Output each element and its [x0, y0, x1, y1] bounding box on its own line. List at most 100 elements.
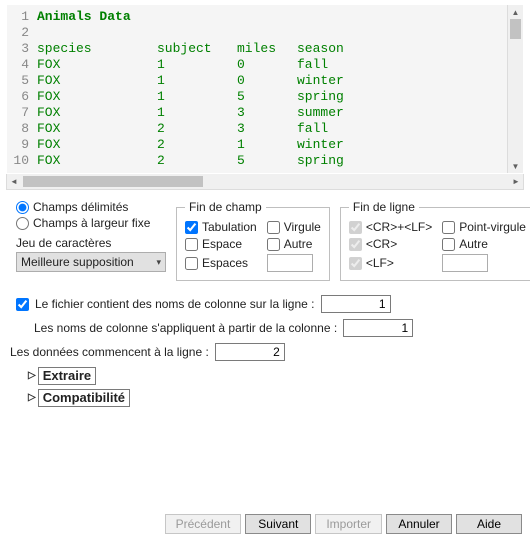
preview-cell: FOX — [37, 121, 157, 137]
charset-select[interactable]: Meilleure supposition ▾ — [16, 252, 166, 272]
preview-cell: FOX — [37, 105, 157, 121]
line-number: 4 — [7, 57, 37, 73]
line-number: 7 — [7, 105, 37, 121]
preview-row: 4FOX10fall — [7, 57, 523, 73]
other-field-input[interactable] — [267, 254, 313, 272]
preview-cell: winter — [297, 137, 377, 153]
scroll-thumb[interactable] — [510, 19, 521, 39]
line-number: 6 — [7, 89, 37, 105]
vertical-scrollbar[interactable]: ▲ ▼ — [507, 5, 523, 173]
other-line-input[interactable] — [442, 254, 488, 272]
checkbox-has-colnames[interactable] — [16, 298, 29, 311]
preview-cell: summer — [297, 105, 377, 121]
has-colnames-label: Le fichier contient des noms de colonne … — [35, 297, 315, 311]
triangle-right-icon: ▷ — [28, 393, 36, 403]
end-of-line-legend: Fin de ligne — [349, 200, 419, 214]
data-start-input[interactable] — [215, 343, 285, 361]
disclosure-compat[interactable]: ▷ Compatibilité — [28, 389, 520, 407]
next-button[interactable]: Suivant — [245, 514, 311, 534]
line-number: 1 — [7, 9, 37, 25]
preview-cell: 1 — [157, 57, 237, 73]
preview-cell: 2 — [157, 153, 237, 169]
preview-cell: subject — [157, 41, 237, 57]
preview-cell: species — [37, 41, 157, 57]
preview-cell: season — [297, 41, 377, 57]
preview-cell: fall — [297, 121, 377, 137]
radio-delimited[interactable]: Champs délimités — [16, 200, 166, 214]
preview-cell: spring — [297, 153, 377, 169]
preview-cell: FOX — [37, 89, 157, 105]
preview-cell — [157, 25, 237, 41]
preview-cell: 0 — [237, 73, 297, 89]
preview-cell: FOX — [37, 57, 157, 73]
chevron-down-icon: ▾ — [156, 257, 161, 268]
charset-value: Meilleure supposition — [21, 255, 134, 269]
preview-row: 9FOX21winter — [7, 137, 523, 153]
data-start-label: Les données commencent à la ligne : — [10, 345, 209, 359]
preview-cell: spring — [297, 89, 377, 105]
radio-fixed-width[interactable]: Champs à largeur fixe — [16, 216, 166, 230]
line-number: 2 — [7, 25, 37, 41]
preview-cell: FOX — [37, 73, 157, 89]
preview-cell — [37, 25, 157, 41]
import-button[interactable]: Importer — [315, 514, 382, 534]
preview-cell: FOX — [37, 137, 157, 153]
scroll-thumb[interactable] — [23, 176, 203, 187]
scroll-up-icon[interactable]: ▲ — [508, 5, 523, 19]
end-of-line-group: Fin de ligne <CR>+<LF> Point-virgule <CR… — [340, 200, 530, 281]
checkbox-space[interactable]: Espace — [185, 237, 257, 251]
colnames-from-input[interactable] — [343, 319, 413, 337]
line-number: 5 — [7, 73, 37, 89]
preview-cell — [237, 9, 297, 25]
prev-button[interactable]: Précédent — [165, 514, 242, 534]
preview-cell — [297, 25, 377, 41]
checkbox-comma[interactable]: Virgule — [267, 220, 321, 234]
checkbox-other-line[interactable]: Autre — [442, 237, 526, 251]
scroll-right-icon[interactable]: ► — [509, 174, 523, 189]
preview-cell: Animals Data — [37, 9, 157, 25]
preview-cell: winter — [297, 73, 377, 89]
preview-cell: 2 — [157, 121, 237, 137]
preview-cell: 3 — [237, 121, 297, 137]
preview-row: 6FOX15spring — [7, 89, 523, 105]
scroll-down-icon[interactable]: ▼ — [508, 159, 523, 173]
line-number: 3 — [7, 41, 37, 57]
preview-cell: 1 — [237, 137, 297, 153]
data-preview: 1Animals Data23speciessubjectmilesseason… — [7, 5, 523, 173]
preview-row: 3speciessubjectmilesseason — [7, 41, 523, 57]
checkbox-lf[interactable]: <LF> — [349, 256, 432, 270]
preview-row: 2 — [7, 25, 523, 41]
checkbox-cr[interactable]: <CR> — [349, 237, 432, 251]
preview-row: 1Animals Data — [7, 9, 523, 25]
triangle-right-icon: ▷ — [28, 371, 36, 381]
checkbox-other-field[interactable]: Autre — [267, 237, 321, 251]
radio-fixed-width-label: Champs à largeur fixe — [33, 216, 150, 230]
colnames-from-label: Les noms de colonne s'appliquent à parti… — [34, 321, 337, 335]
checkbox-tab[interactable]: Tabulation — [185, 220, 257, 234]
checkbox-semicolon[interactable]: Point-virgule — [442, 220, 526, 234]
line-number: 9 — [7, 137, 37, 153]
scroll-left-icon[interactable]: ◄ — [7, 174, 21, 189]
preview-cell: 2 — [157, 137, 237, 153]
preview-cell: 1 — [157, 105, 237, 121]
cancel-button[interactable]: Annuler — [386, 514, 452, 534]
preview-cell: 0 — [237, 57, 297, 73]
preview-row: 5FOX10winter — [7, 73, 523, 89]
preview-row: 10FOX25spring — [7, 153, 523, 169]
radio-delimited-label: Champs délimités — [33, 200, 128, 214]
preview-cell: miles — [237, 41, 297, 57]
checkbox-spaces[interactable]: Espaces — [185, 256, 257, 270]
horizontal-scrollbar[interactable]: ◄ ► — [6, 174, 524, 190]
colnames-line-input[interactable] — [321, 295, 391, 313]
disclosure-extract[interactable]: ▷ Extraire — [28, 367, 520, 385]
preview-cell — [297, 9, 377, 25]
end-of-field-group: Fin de champ Tabulation Virgule Espace A… — [176, 200, 330, 281]
help-button[interactable]: Aide — [456, 514, 522, 534]
line-number: 8 — [7, 121, 37, 137]
preview-cell: 1 — [157, 89, 237, 105]
preview-cell: FOX — [37, 153, 157, 169]
preview-cell: 5 — [237, 89, 297, 105]
checkbox-crlf[interactable]: <CR>+<LF> — [349, 220, 432, 234]
preview-row: 8FOX23fall — [7, 121, 523, 137]
preview-cell: fall — [297, 57, 377, 73]
